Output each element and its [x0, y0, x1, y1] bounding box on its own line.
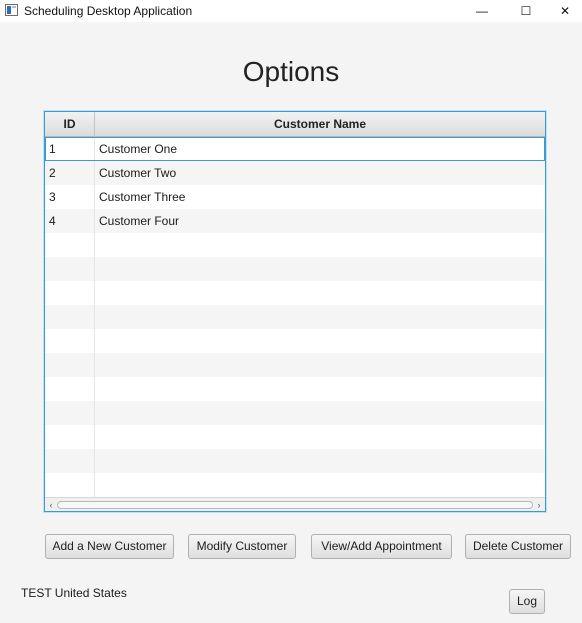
cell-id: [45, 377, 95, 401]
horizontal-scrollbar[interactable]: ‹ ›: [45, 497, 545, 511]
cell-customer-name: [95, 449, 545, 473]
cell-id: 2: [45, 161, 95, 185]
cell-customer-name: [95, 473, 545, 497]
empty-table-row[interactable]: [45, 233, 545, 257]
cell-id: [45, 401, 95, 425]
cell-customer-name: [95, 305, 545, 329]
add-customer-button[interactable]: Add a New Customer: [45, 534, 174, 559]
cell-id: [45, 353, 95, 377]
delete-customer-button[interactable]: Delete Customer: [465, 534, 571, 559]
cell-id: 4: [45, 209, 95, 233]
table-row[interactable]: 1 Customer One: [45, 137, 545, 161]
view-add-appointment-button[interactable]: View/Add Appointment: [311, 534, 452, 559]
cell-id: 1: [45, 137, 95, 161]
cell-id: [45, 233, 95, 257]
empty-table-row[interactable]: [45, 257, 545, 281]
cell-customer-name: Customer Two: [99, 166, 177, 180]
scroll-right-icon[interactable]: ›: [534, 499, 544, 511]
column-header-id[interactable]: ID: [45, 112, 95, 137]
table-body: 1 Customer One 2 Customer Two 3 Customer Thre…: [45, 137, 545, 497]
cell-customer-name: [95, 425, 545, 449]
cell-customer-name: [95, 401, 545, 425]
window-title: Scheduling Desktop Application: [24, 4, 193, 18]
table-header: ID Customer Name: [45, 112, 545, 137]
empty-table-row[interactable]: [45, 329, 545, 353]
empty-table-row[interactable]: [45, 449, 545, 473]
app-icon: [5, 4, 18, 16]
close-icon[interactable]: ✕: [548, 0, 582, 22]
cell-customer-name: [95, 329, 545, 353]
modify-customer-button[interactable]: Modify Customer: [188, 534, 296, 559]
cell-customer-name: [95, 281, 545, 305]
empty-table-row[interactable]: [45, 353, 545, 377]
table-row[interactable]: 4 Customer Four: [45, 209, 545, 233]
table-row[interactable]: 3 Customer Three: [45, 185, 545, 209]
cell-id: [45, 473, 95, 497]
empty-table-row[interactable]: [45, 425, 545, 449]
cell-id: [45, 329, 95, 353]
table-row[interactable]: 2 Customer Two: [45, 161, 545, 185]
cell-customer-name: Customer Four: [99, 214, 180, 228]
cell-customer-name: [95, 233, 545, 257]
empty-table-row[interactable]: [45, 401, 545, 425]
cell-customer-name: Customer One: [99, 142, 178, 156]
page-title: Options: [242, 56, 340, 87]
cell-id: [45, 305, 95, 329]
cell-customer-name: Customer Three: [99, 190, 186, 204]
column-header-customer-name[interactable]: Customer Name: [95, 112, 545, 137]
empty-table-row[interactable]: [45, 281, 545, 305]
empty-table-row[interactable]: [45, 377, 545, 401]
title-bar: Scheduling Desktop Application — ☐ ✕: [0, 0, 582, 22]
cell-id: [45, 281, 95, 305]
minimize-icon[interactable]: —: [459, 0, 505, 22]
scroll-thumb[interactable]: [57, 501, 533, 509]
cell-id: [45, 425, 95, 449]
locale-label: TEST United States: [21, 586, 127, 600]
cell-customer-name: [95, 377, 545, 401]
empty-table-row[interactable]: [45, 305, 545, 329]
cell-customer-name: [95, 353, 545, 377]
customer-table[interactable]: ID Customer Name 1 Customer One 2 Customer …: [44, 111, 546, 512]
empty-table-row[interactable]: [45, 473, 545, 497]
cell-id: [45, 449, 95, 473]
cell-id: [45, 257, 95, 281]
scroll-left-icon[interactable]: ‹: [46, 499, 56, 511]
cell-id: 3: [45, 185, 95, 209]
maximize-icon[interactable]: ☐: [503, 0, 549, 22]
cell-customer-name: [95, 257, 545, 281]
log-button[interactable]: Log: [509, 589, 545, 614]
